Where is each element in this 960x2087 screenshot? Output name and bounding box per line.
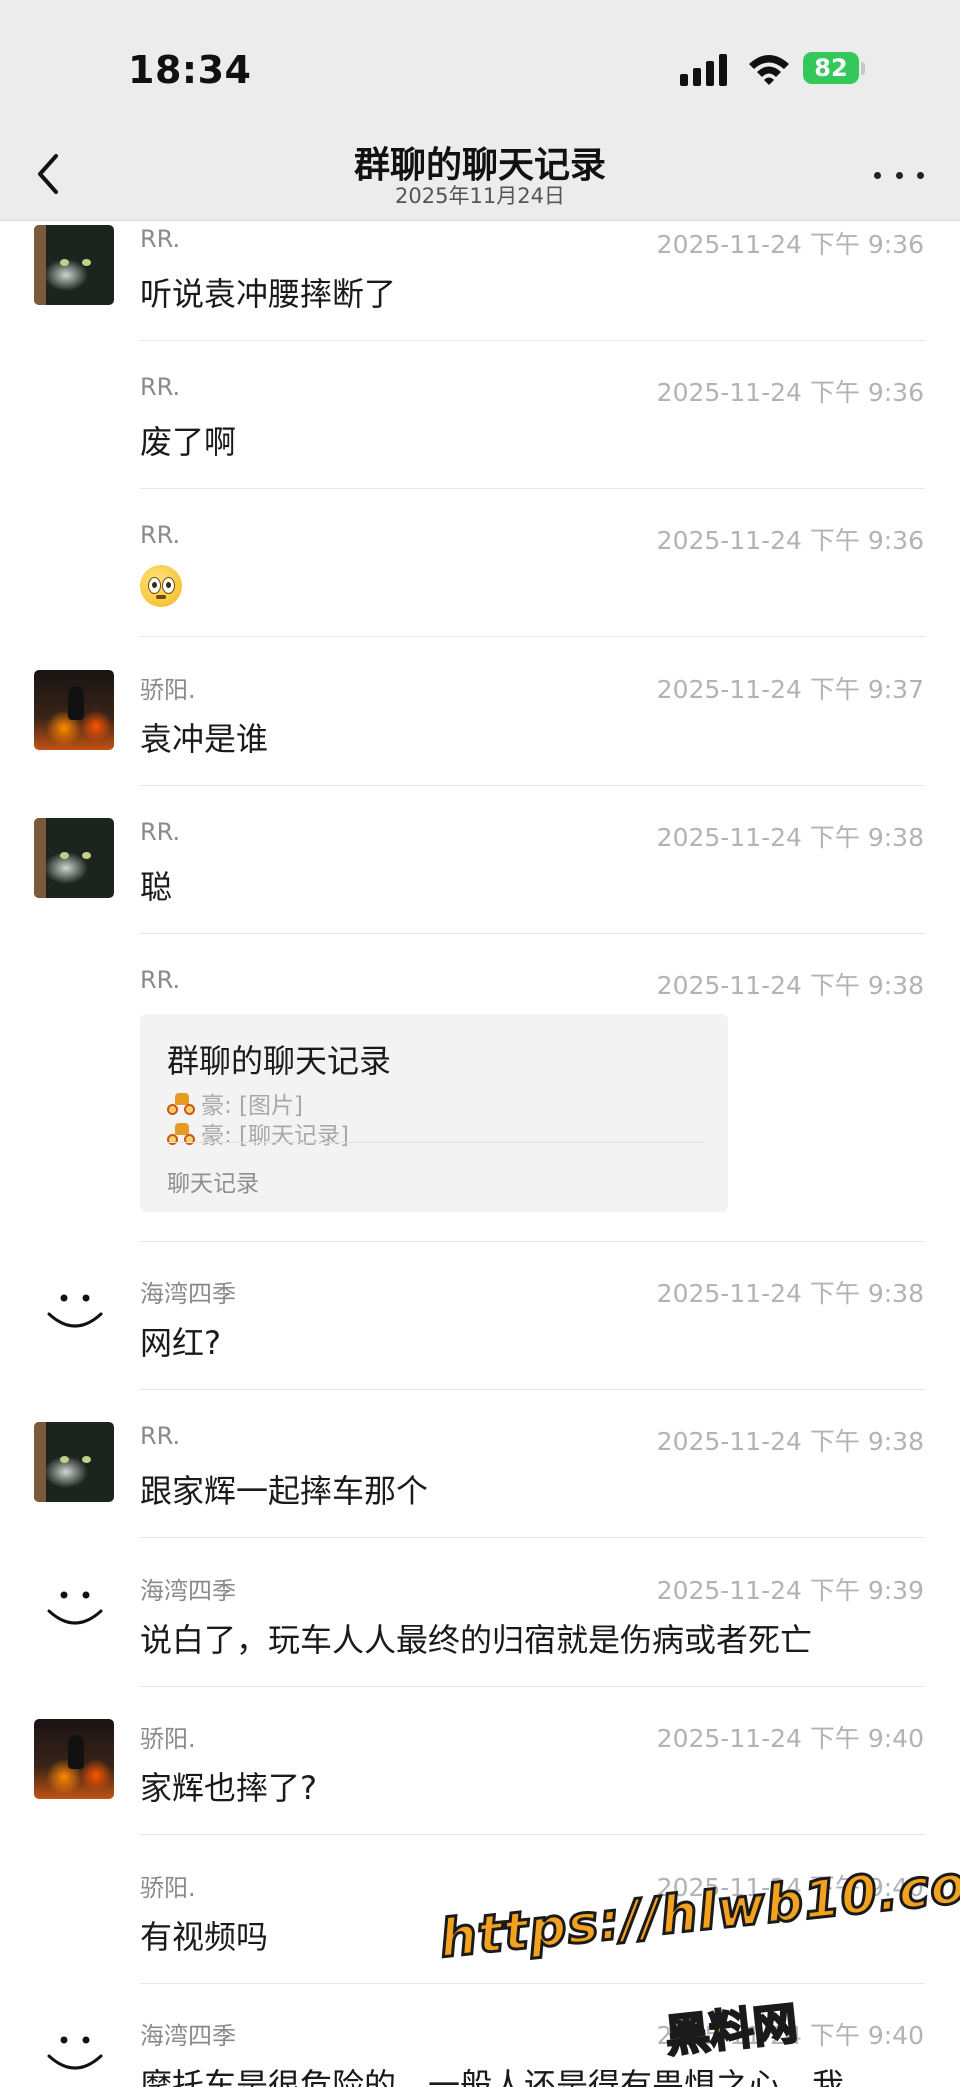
message-text: 听说袁冲腰摔断了 [140,275,397,313]
sender-name: 骄阳. [140,1874,196,1902]
motorcycle-emoji-icon [167,1091,197,1115]
message-text: 聪 [140,868,173,906]
message-text: 网红? [140,1324,221,1362]
sender-name: RR. [140,966,181,994]
message-item: RR. 2025-11-24 下午 9:36 废了啊 [0,373,960,489]
message-text: 家辉也摔了? [140,1769,317,1807]
chat-record-card[interactable]: 群聊的聊天记录 豪: [图片] 豪: [聊天记录] 聊天记录 [140,1014,728,1212]
message-item: RR. 2025-11-24 下午 9:38 跟家辉一起摔车那个 [0,1422,960,1538]
avatar[interactable] [34,1719,114,1799]
avatar[interactable] [34,1422,114,1502]
battery-level: 82 [803,52,859,84]
sender-name: 海湾四季 [140,1577,236,1605]
message-item: 骄阳. 2025-11-24 下午 9:37 袁冲是谁 [0,670,960,786]
sender-name: RR. [140,521,181,549]
message-time: 2025-11-24 下午 9:40 [656,2021,924,2050]
message-item: 海湾四季 2025-11-24 下午 9:39 说白了，玩车人人最终的归宿就是伤… [0,1571,960,1687]
message-time: 2025-11-24 下午 9:40 [656,1724,924,1753]
card-title: 群聊的聊天记录 [167,1042,392,1080]
message-time: 2025-11-24 下午 9:38 [656,823,924,852]
sender-name: RR. [140,373,181,401]
message-time: 2025-11-24 下午 9:39 [656,1576,924,1605]
flushed-face-emoji-icon [140,565,182,607]
wifi-icon [749,55,789,85]
sender-name: 海湾四季 [140,2022,236,2050]
message-time: 2025-11-24 下午 9:38 [656,1279,924,1308]
avatar[interactable] [34,818,114,898]
message-text: 摩托车是很危险的，一般人还是得有畏惧之心，我 [140,2066,845,2087]
card-preview-line: 豪: [图片] [167,1086,303,1120]
smile-avatar-icon[interactable] [34,1274,114,1354]
message-text: 袁冲是谁 [140,720,269,758]
message-time: 2025-11-24 下午 9:40 [656,1873,924,1902]
message-item: 骄阳. 2025-11-24 下午 9:40 有视频吗 [0,1868,960,1984]
message-time: 2025-11-24 下午 9:37 [656,675,924,704]
message-text: 废了啊 [140,423,237,461]
card-footer: 聊天记录 [167,1171,259,1197]
message-list[interactable]: RR. 2025-11-24 下午 9:36 听说袁冲腰摔断了 RR. 2025… [0,221,960,2087]
battery-icon: 82 [803,52,865,86]
avatar[interactable] [34,225,114,305]
more-icon[interactable] [874,160,924,190]
status-bar: 18:34 82 [0,0,960,130]
message-time: 2025-11-24 下午 9:36 [656,230,924,259]
smile-avatar-icon[interactable] [34,1571,114,1651]
message-text: 有视频吗 [140,1918,269,1956]
message-text: 说白了，玩车人人最终的归宿就是伤病或者死亡 [140,1621,813,1659]
message-time: 2025-11-24 下午 9:36 [656,526,924,555]
message-time: 2025-11-24 下午 9:38 [656,1427,924,1456]
sender-name: RR. [140,1422,181,1450]
message-time: 2025-11-24 下午 9:36 [656,378,924,407]
status-time: 18:34 [128,48,252,92]
sender-name: 骄阳. [140,1725,196,1753]
sender-name: 海湾四季 [140,1280,236,1308]
message-item: 骄阳. 2025-11-24 下午 9:40 家辉也摔了? [0,1719,960,1835]
message-item: RR. 2025-11-24 下午 9:38 聪 [0,818,960,934]
message-item: RR. 2025-11-24 下午 9:38 群聊的聊天记录 豪: [图片] 豪… [0,966,960,1242]
card-preview-line: 豪: [聊天记录] [167,1116,349,1150]
smile-avatar-icon[interactable] [34,2016,114,2087]
message-time: 2025-11-24 下午 9:38 [656,971,924,1000]
message-item: RR. 2025-11-24 下午 9:36 [0,521,960,637]
message-item: 海湾四季 2025-11-24 下午 9:40 摩托车是很危险的，一般人还是得有… [0,2016,960,2087]
message-item: 海湾四季 2025-11-24 下午 9:38 网红? [0,1274,960,1390]
sender-name: RR. [140,818,181,846]
avatar[interactable] [34,670,114,750]
message-text: 跟家辉一起摔车那个 [140,1472,429,1510]
page-subtitle: 2025年11月24日 [395,184,565,208]
message-item: RR. 2025-11-24 下午 9:36 听说袁冲腰摔断了 [0,225,960,341]
nav-bar: 群聊的聊天记录 2025年11月24日 [0,130,960,221]
signal-icon [680,54,727,86]
sender-name: RR. [140,225,181,253]
sender-name: 骄阳. [140,676,196,704]
